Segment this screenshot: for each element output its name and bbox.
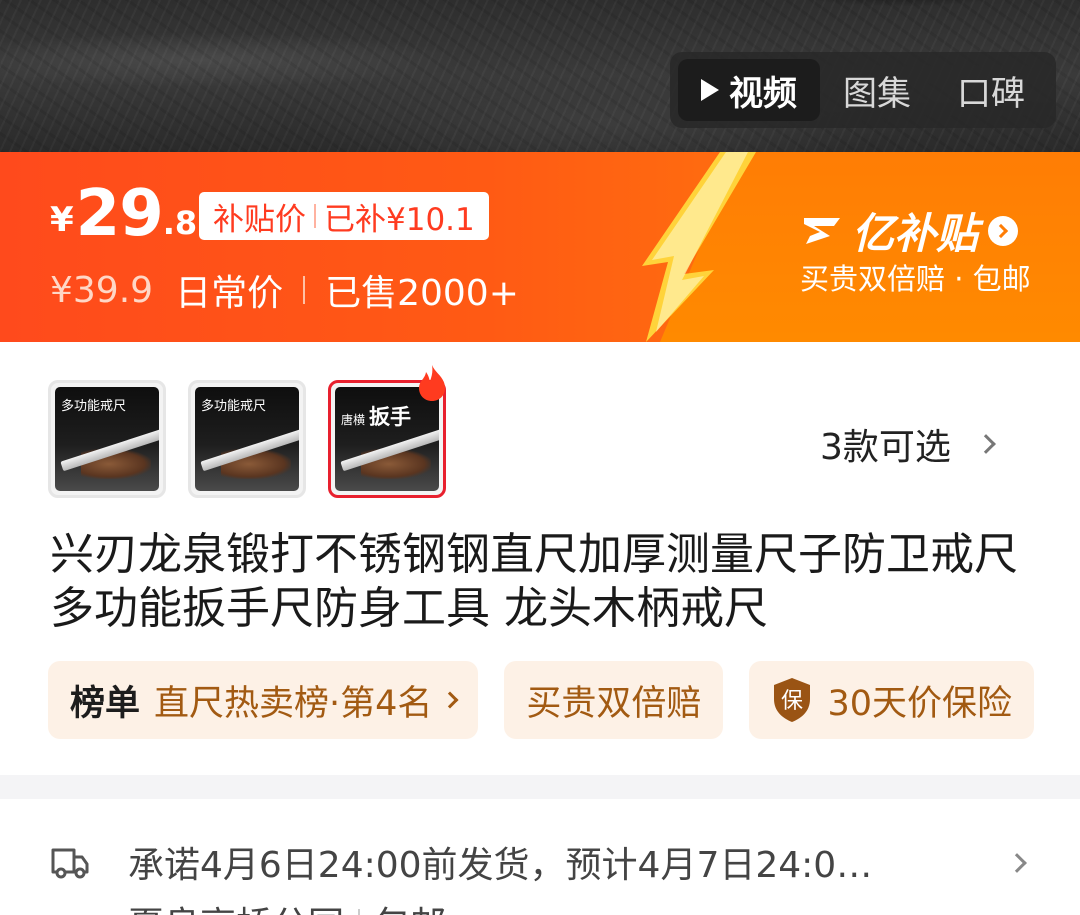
subsidy-label: 补贴价 [213, 201, 306, 238]
variant-thumb-1[interactable]: 多功能戒尺 [48, 380, 166, 498]
shipping-divider [358, 909, 361, 915]
variant-thumb-2[interactable]: 多功能戒尺 [188, 380, 306, 498]
tab-reviews-label: 口碑 [957, 73, 1025, 114]
variant-count-label: 3款可选 [820, 427, 951, 468]
ship-from: 夏良高桥分园 [128, 896, 344, 915]
play-icon [701, 79, 719, 101]
subsidy-divider [314, 204, 316, 228]
tag-row: 榜单 直尺热卖榜·第4名 买贵双倍赔 保 30天价保险 [48, 661, 1034, 739]
ranking-value: 直尺热卖榜·第4名 [154, 683, 433, 724]
variant-thumb-text: 多功能戒尺 [201, 399, 267, 414]
price-banner: ¥ 29 .8 补贴价 已补¥10.1 ¥39.9 日常价 已售2000+ 亿补… [0, 152, 1080, 342]
subsidy-program-link[interactable]: 亿补贴 [800, 200, 1019, 261]
shipping-info: 夏良高桥分园 包邮 [128, 896, 446, 915]
tab-video-label: 视频 [729, 73, 797, 114]
lightning-bolt-icon [642, 152, 756, 342]
hot-fire-icon [419, 365, 445, 401]
variant-thumbnails: 多功能戒尺 多功能戒尺 唐横 扳手 [48, 365, 446, 498]
price-protection-tag[interactable]: 保 30天价保险 [749, 661, 1034, 739]
subsidy-badge: 补贴价 已补¥10.1 [199, 192, 489, 240]
variant-selector[interactable]: 3款可选 [820, 418, 996, 470]
chevron-right-icon [441, 691, 459, 709]
subsidy-logo-icon [804, 217, 840, 244]
truck-icon [51, 848, 89, 879]
tab-reviews[interactable]: 口碑 [934, 59, 1048, 121]
tab-video[interactable]: 视频 [678, 59, 820, 121]
sold-count: 已售2000+ [325, 273, 519, 314]
product-title: 兴刃龙泉锻打不锈钢钢直尺加厚测量尺子防卫戒尺多功能扳手尺防身工具 龙头木柄戒尺 [50, 529, 1018, 634]
chevron-right-icon [988, 215, 1019, 246]
section-divider [0, 775, 1080, 799]
variant-image: 多功能戒尺 [195, 387, 299, 491]
tab-gallery-label: 图集 [843, 73, 911, 114]
double-refund-tag[interactable]: 买贵双倍赔 [504, 661, 724, 739]
shipping-fee: 包邮 [374, 896, 446, 915]
currency-symbol: ¥ [50, 200, 74, 240]
subsidy-amount: 已补¥10.1 [324, 201, 475, 238]
original-price-label: 日常价 [175, 273, 284, 314]
delivery-promise: 承诺4月6日24:00前发货，预计4月7日24:0… [128, 845, 873, 886]
brand-subtitle: 买贵双倍赔 · 包邮 [800, 262, 1031, 296]
variant-thumb-text: 唐横 扳手 [341, 405, 412, 429]
variant-image: 多功能戒尺 [55, 387, 159, 491]
tab-gallery[interactable]: 图集 [820, 59, 934, 121]
price-decimal: .8 [162, 204, 198, 242]
delivery-row[interactable]: 承诺4月6日24:00前发货，预计4月7日24:0… [50, 836, 966, 888]
double-refund-label: 买贵双倍赔 [526, 683, 702, 724]
ranking-tag[interactable]: 榜单 直尺热卖榜·第4名 [48, 661, 479, 739]
svg-text:保: 保 [781, 689, 803, 714]
current-price: ¥ 29 .8 [50, 182, 197, 246]
price-integer: 29 [75, 177, 164, 251]
brand-name: 亿补贴 [852, 209, 979, 258]
ranking-label: 榜单 [70, 683, 141, 724]
variant-image: 唐横 扳手 [335, 387, 439, 491]
chevron-right-icon [976, 434, 996, 454]
price-protection-label: 30天价保险 [827, 683, 1012, 724]
variant-thumb-text: 多功能戒尺 [61, 399, 127, 414]
chevron-right-icon [1007, 853, 1027, 873]
meta-divider [303, 276, 306, 304]
media-tab-bar: 视频 图集 口碑 [670, 52, 1056, 128]
shield-icon: 保 [774, 678, 811, 722]
original-price: ¥39.9 [50, 269, 154, 311]
price-meta-row: ¥39.9 日常价 已售2000+ [50, 264, 519, 316]
variant-thumb-3[interactable]: 唐横 扳手 [328, 365, 446, 498]
